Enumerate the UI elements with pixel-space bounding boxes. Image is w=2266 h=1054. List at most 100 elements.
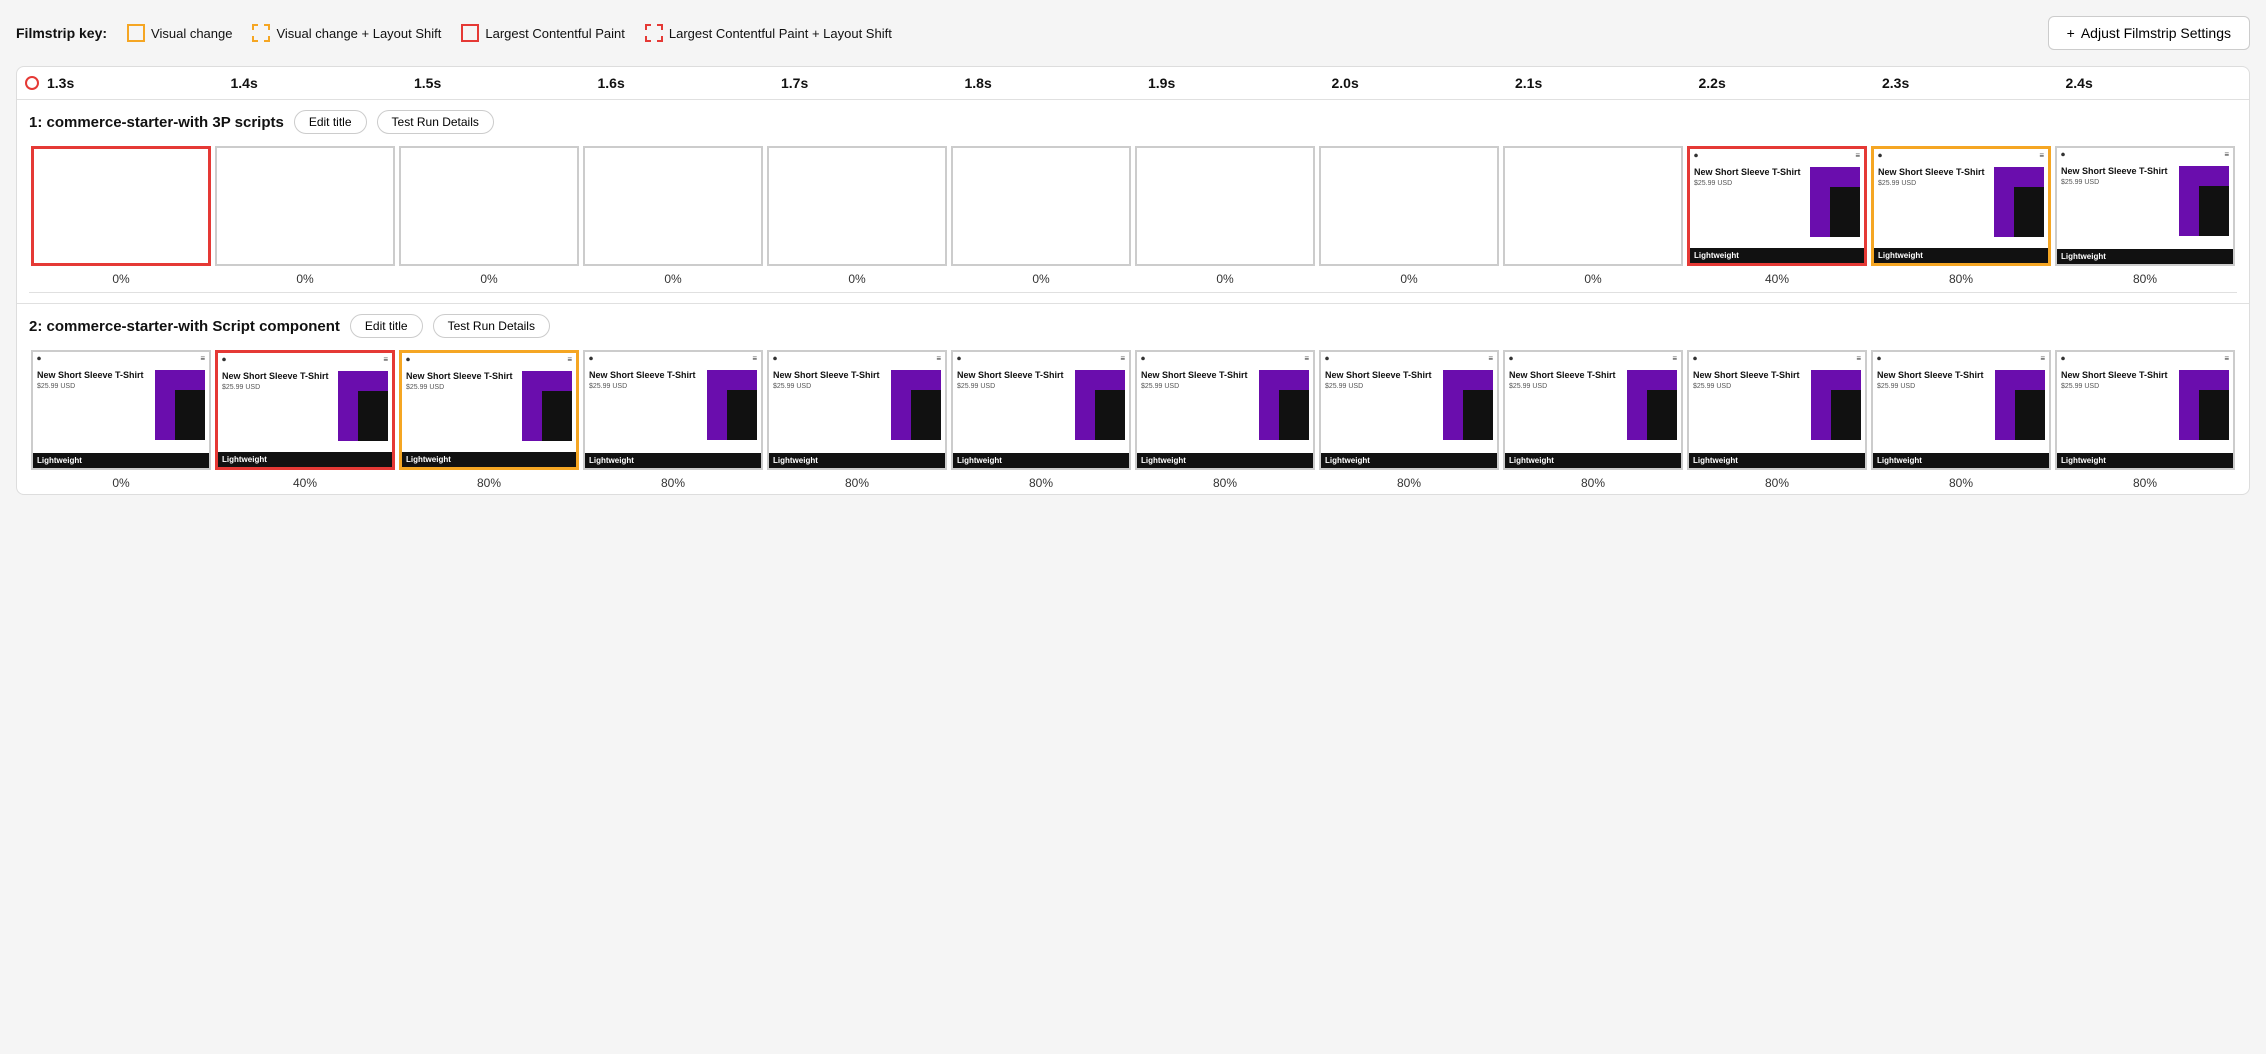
timeline-labels: 1.3s1.4s1.5s1.6s1.7s1.8s1.9s2.0s2.1s2.2s… [37,75,2249,91]
frame-percent-2-9: 80% [1501,476,1685,490]
edit-title-button-2[interactable]: Edit title [350,314,423,338]
menu-icon: ≡ [1855,151,1860,161]
legend-box-lcp [461,24,479,42]
product-title: New Short Sleeve T-Shirt [1509,370,1625,381]
product-info: New Short Sleeve T-Shirt $25.99 USD [222,371,336,441]
timeline-label: 1.7s [781,75,965,91]
product-image-area [155,370,205,440]
frame-1-11[interactable]: ⏺ ≡ New Short Sleeve T-Shirt $25.99 USD … [1871,146,2051,266]
product-title: New Short Sleeve T-Shirt [1694,167,1808,178]
record-icon: ⏺ [957,354,961,364]
black-shape [542,391,572,441]
frame-2-8[interactable]: ⏺ ≡ New Short Sleeve T-Shirt $25.99 USD … [1319,350,1499,470]
frame-wrapper-2-1: ⏺ ≡ New Short Sleeve T-Shirt $25.99 USD … [29,348,213,472]
frame-2-9[interactable]: ⏺ ≡ New Short Sleeve T-Shirt $25.99 USD … [1503,350,1683,470]
frame-1-4[interactable] [583,146,763,266]
frame-percent-2-4: 80% [581,476,765,490]
frame-1-6[interactable] [951,146,1131,266]
product-info: New Short Sleeve T-Shirt $25.99 USD [2061,370,2177,440]
frame-col-2-6: ⏺ ≡ New Short Sleeve T-Shirt $25.99 USD … [949,348,1133,490]
product-price: $25.99 USD [589,383,705,390]
run-title-1: 1: commerce-starter-with 3P scripts [29,114,284,131]
frame-percent-2-8: 80% [1317,476,1501,490]
frame-percent-2-7: 80% [1133,476,1317,490]
product-card: ⏺ ≡ New Short Sleeve T-Shirt $25.99 USD … [1137,352,1313,468]
product-price: $25.99 USD [222,384,336,391]
run-header-2: 2: commerce-starter-with Script componen… [29,314,2237,338]
frame-2-6[interactable]: ⏺ ≡ New Short Sleeve T-Shirt $25.99 USD … [951,350,1131,470]
frame-1-7[interactable] [1135,146,1315,266]
product-title: New Short Sleeve T-Shirt [589,370,705,381]
product-card-top: New Short Sleeve T-Shirt $25.99 USD [402,367,576,443]
product-card-top: New Short Sleeve T-Shirt $25.99 USD [769,366,945,442]
frame-1-8[interactable] [1319,146,1499,266]
frame-percent-1-3: 0% [397,272,581,286]
test-run-details-button-2[interactable]: Test Run Details [433,314,550,338]
frame-wrapper-2-2: ⏺ ≡ New Short Sleeve T-Shirt $25.99 USD … [213,348,397,472]
frame-2-10[interactable]: ⏺ ≡ New Short Sleeve T-Shirt $25.99 USD … [1687,350,1867,470]
product-card-top: New Short Sleeve T-Shirt $25.99 USD [953,366,1129,442]
frame-2-1[interactable]: ⏺ ≡ New Short Sleeve T-Shirt $25.99 USD … [31,350,211,470]
frame-percent-2-10: 80% [1685,476,1869,490]
product-footer: Lightweight [33,453,209,468]
top-bar: Filmstrip key: Visual change Visual chan… [16,16,2250,50]
product-title: New Short Sleeve T-Shirt [37,370,153,381]
frame-empty [769,148,945,264]
frame-empty [1505,148,1681,264]
frame-col-2-7: ⏺ ≡ New Short Sleeve T-Shirt $25.99 USD … [1133,348,1317,490]
product-image-area [1995,370,2045,440]
product-image-area [1259,370,1309,440]
adjust-filmstrip-button[interactable]: + Adjust Filmstrip Settings [2048,16,2250,50]
run-section-2: 2: commerce-starter-with Script componen… [17,304,2249,494]
product-info: New Short Sleeve T-Shirt $25.99 USD [2061,166,2177,236]
product-image-area [1994,167,2044,237]
frame-1-10[interactable]: ⏺ ≡ New Short Sleeve T-Shirt $25.99 USD … [1687,146,1867,266]
legend-item-visual-change: Visual change [127,24,232,42]
frame-wrapper-2-9: ⏺ ≡ New Short Sleeve T-Shirt $25.99 USD … [1501,348,1685,472]
frame-2-2[interactable]: ⏺ ≡ New Short Sleeve T-Shirt $25.99 USD … [215,350,395,470]
legend-label-lcp: Largest Contentful Paint [485,26,624,41]
product-price: $25.99 USD [1878,180,1992,187]
icon-row: ⏺ ≡ [1137,352,1313,366]
frame-1-2[interactable] [215,146,395,266]
product-price: $25.99 USD [37,383,153,390]
black-shape [727,390,757,440]
frame-2-3[interactable]: ⏺ ≡ New Short Sleeve T-Shirt $25.99 USD … [399,350,579,470]
frame-2-7[interactable]: ⏺ ≡ New Short Sleeve T-Shirt $25.99 USD … [1135,350,1315,470]
menu-icon: ≡ [567,355,572,365]
product-footer: Lightweight [402,452,576,467]
frame-wrapper-1-6 [949,144,1133,268]
black-shape [1463,390,1493,440]
record-icon: ⏺ [2061,354,2065,364]
frame-2-12[interactable]: ⏺ ≡ New Short Sleeve T-Shirt $25.99 USD … [2055,350,2235,470]
frame-1-12[interactable]: ⏺ ≡ New Short Sleeve T-Shirt $25.99 USD … [2055,146,2235,266]
frame-wrapper-1-9 [1501,144,1685,268]
menu-icon: ≡ [2039,151,2044,161]
edit-title-button-1[interactable]: Edit title [294,110,367,134]
frame-col-2-1: ⏺ ≡ New Short Sleeve T-Shirt $25.99 USD … [29,348,213,490]
run-section-1: 1: commerce-starter-with 3P scripts Edit… [17,100,2249,304]
product-card: ⏺ ≡ New Short Sleeve T-Shirt $25.99 USD … [585,352,761,468]
frame-percent-1-2: 0% [213,272,397,286]
frame-percent-1-1: 0% [29,272,213,286]
legend-label-visual-change: Visual change [151,26,232,41]
timeline-label: 1.4s [231,75,415,91]
frame-wrapper-2-7: ⏺ ≡ New Short Sleeve T-Shirt $25.99 USD … [1133,348,1317,472]
frame-1-5[interactable] [767,146,947,266]
frame-empty [585,148,761,264]
frame-1-3[interactable] [399,146,579,266]
frame-2-4[interactable]: ⏺ ≡ New Short Sleeve T-Shirt $25.99 USD … [583,350,763,470]
product-card-top: New Short Sleeve T-Shirt $25.99 USD [1690,163,1864,239]
frame-empty [1137,148,1313,264]
frame-percent-1-6: 0% [949,272,1133,286]
frame-1-9[interactable] [1503,146,1683,266]
frame-1-1[interactable] [31,146,211,266]
product-card: ⏺ ≡ New Short Sleeve T-Shirt $25.99 USD … [2057,352,2233,468]
black-shape [2014,187,2044,237]
product-title: New Short Sleeve T-Shirt [1877,370,1993,381]
frame-2-11[interactable]: ⏺ ≡ New Short Sleeve T-Shirt $25.99 USD … [1871,350,2051,470]
frame-2-5[interactable]: ⏺ ≡ New Short Sleeve T-Shirt $25.99 USD … [767,350,947,470]
legend-box-visual-change [127,24,145,42]
frame-percent-2-2: 40% [213,476,397,490]
test-run-details-button-1[interactable]: Test Run Details [377,110,494,134]
